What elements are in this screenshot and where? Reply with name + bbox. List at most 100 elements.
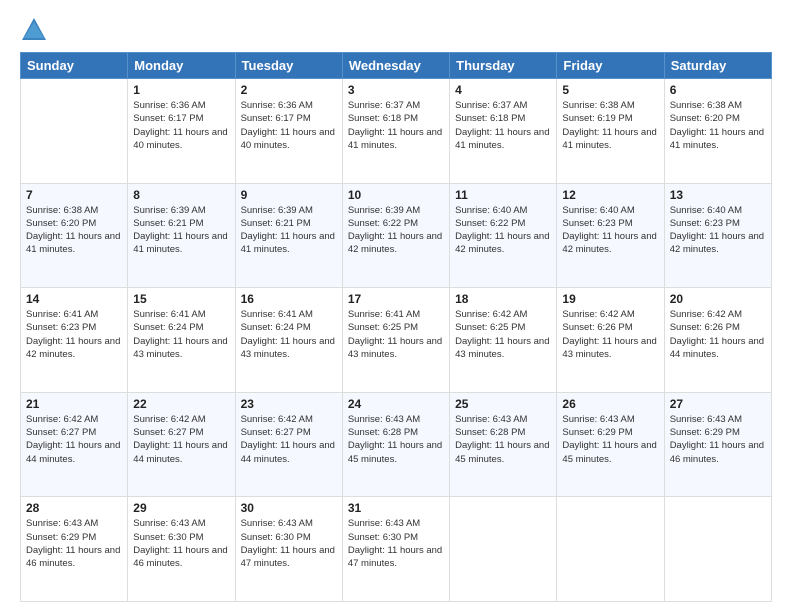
calendar-table: SundayMondayTuesdayWednesdayThursdayFrid… (20, 52, 772, 602)
day-number: 9 (241, 188, 337, 202)
day-info: Sunrise: 6:37 AMSunset: 6:18 PMDaylight:… (455, 99, 551, 152)
day-number: 11 (455, 188, 551, 202)
day-info: Sunrise: 6:42 AMSunset: 6:26 PMDaylight:… (562, 308, 658, 361)
calendar-cell: 31Sunrise: 6:43 AMSunset: 6:30 PMDayligh… (342, 497, 449, 602)
calendar-day-header: Monday (128, 53, 235, 79)
day-number: 2 (241, 83, 337, 97)
calendar-cell: 30Sunrise: 6:43 AMSunset: 6:30 PMDayligh… (235, 497, 342, 602)
calendar-cell (21, 79, 128, 184)
calendar-cell: 5 Sunrise: 6:38 AMSunset: 6:19 PMDaylight… (557, 79, 664, 184)
day-info: Sunrise: 6:43 AMSunset: 6:28 PMDaylight:… (455, 413, 551, 466)
calendar-cell: 26 Sunrise: 6:43 AMSunset: 6:29 PMDayligh… (557, 392, 664, 497)
calendar-day-header: Sunday (21, 53, 128, 79)
calendar-cell: 7 Sunrise: 6:38 AMSunset: 6:20 PMDaylight… (21, 183, 128, 288)
calendar-cell: 10 Sunrise: 6:39 AMSunset: 6:22 PMDayligh… (342, 183, 449, 288)
day-info: Sunrise: 6:43 AMSunset: 6:29 PMDaylight:… (562, 413, 658, 466)
day-info: Sunrise: 6:43 AMSunset: 6:30 PMDaylight:… (133, 517, 229, 570)
calendar-day-header: Saturday (664, 53, 771, 79)
day-number: 25 (455, 397, 551, 411)
day-info: Sunrise: 6:41 AMSunset: 6:23 PMDaylight:… (26, 308, 122, 361)
day-number: 27 (670, 397, 766, 411)
calendar-week-row: 21 Sunrise: 6:42 AMSunset: 6:27 PMDayligh… (21, 392, 772, 497)
day-info: Sunrise: 6:39 AMSunset: 6:22 PMDaylight:… (348, 204, 444, 257)
calendar-cell: 24 Sunrise: 6:43 AMSunset: 6:28 PMDayligh… (342, 392, 449, 497)
day-number: 15 (133, 292, 229, 306)
calendar-day-header: Wednesday (342, 53, 449, 79)
day-info: Sunrise: 6:43 AMSunset: 6:28 PMDaylight:… (348, 413, 444, 466)
calendar-day-header: Friday (557, 53, 664, 79)
calendar-cell: 12 Sunrise: 6:40 AMSunset: 6:23 PMDayligh… (557, 183, 664, 288)
calendar-week-row: 28 Sunrise: 6:43 AMSunset: 6:29 PMDayligh… (21, 497, 772, 602)
day-number: 26 (562, 397, 658, 411)
page: SundayMondayTuesdayWednesdayThursdayFrid… (0, 0, 792, 612)
day-number: 24 (348, 397, 444, 411)
calendar-week-row: 7 Sunrise: 6:38 AMSunset: 6:20 PMDaylight… (21, 183, 772, 288)
day-number: 18 (455, 292, 551, 306)
day-info: Sunrise: 6:41 AMSunset: 6:25 PMDaylight:… (348, 308, 444, 361)
calendar-cell: 6Sunrise: 6:38 AMSunset: 6:20 PMDaylight… (664, 79, 771, 184)
calendar-header-row: SundayMondayTuesdayWednesdayThursdayFrid… (21, 53, 772, 79)
calendar-cell: 13Sunrise: 6:40 AMSunset: 6:23 PMDayligh… (664, 183, 771, 288)
calendar-cell: 23 Sunrise: 6:42 AMSunset: 6:27 PMDayligh… (235, 392, 342, 497)
calendar-cell: 15 Sunrise: 6:41 AMSunset: 6:24 PMDayligh… (128, 288, 235, 393)
day-number: 17 (348, 292, 444, 306)
calendar-day-header: Tuesday (235, 53, 342, 79)
day-number: 14 (26, 292, 122, 306)
calendar-cell: 25 Sunrise: 6:43 AMSunset: 6:28 PMDayligh… (450, 392, 557, 497)
day-number: 7 (26, 188, 122, 202)
day-info: Sunrise: 6:36 AMSunset: 6:17 PMDaylight:… (133, 99, 229, 152)
day-info: Sunrise: 6:43 AMSunset: 6:29 PMDaylight:… (670, 413, 766, 466)
logo-icon (20, 16, 48, 44)
calendar-cell: 17 Sunrise: 6:41 AMSunset: 6:25 PMDayligh… (342, 288, 449, 393)
logo (20, 16, 52, 44)
calendar-week-row: 14 Sunrise: 6:41 AMSunset: 6:23 PMDayligh… (21, 288, 772, 393)
day-info: Sunrise: 6:38 AMSunset: 6:19 PMDaylight:… (562, 99, 658, 152)
day-info: Sunrise: 6:42 AMSunset: 6:27 PMDaylight:… (133, 413, 229, 466)
calendar-cell: 28 Sunrise: 6:43 AMSunset: 6:29 PMDayligh… (21, 497, 128, 602)
day-number: 3 (348, 83, 444, 97)
day-info: Sunrise: 6:36 AMSunset: 6:17 PMDaylight:… (241, 99, 337, 152)
day-number: 21 (26, 397, 122, 411)
day-number: 5 (562, 83, 658, 97)
day-number: 23 (241, 397, 337, 411)
day-number: 16 (241, 292, 337, 306)
day-number: 12 (562, 188, 658, 202)
day-info: Sunrise: 6:37 AMSunset: 6:18 PMDaylight:… (348, 99, 444, 152)
calendar-cell: 27 Sunrise: 6:43 AMSunset: 6:29 PMDayligh… (664, 392, 771, 497)
calendar-cell: 2 Sunrise: 6:36 AMSunset: 6:17 PMDaylight… (235, 79, 342, 184)
day-number: 20 (670, 292, 766, 306)
calendar-cell: 1 Sunrise: 6:36 AMSunset: 6:17 PMDaylight… (128, 79, 235, 184)
day-number: 31 (348, 501, 444, 515)
day-number: 13 (670, 188, 766, 202)
day-info: Sunrise: 6:42 AMSunset: 6:25 PMDaylight:… (455, 308, 551, 361)
day-number: 4 (455, 83, 551, 97)
day-info: Sunrise: 6:38 AMSunset: 6:20 PMDaylight:… (26, 204, 122, 257)
calendar-cell: 11 Sunrise: 6:40 AMSunset: 6:22 PMDayligh… (450, 183, 557, 288)
day-number: 1 (133, 83, 229, 97)
calendar-cell: 16Sunrise: 6:41 AMSunset: 6:24 PMDayligh… (235, 288, 342, 393)
day-number: 28 (26, 501, 122, 515)
day-number: 6 (670, 83, 766, 97)
calendar-week-row: 1 Sunrise: 6:36 AMSunset: 6:17 PMDaylight… (21, 79, 772, 184)
day-info: Sunrise: 6:39 AMSunset: 6:21 PMDaylight:… (241, 204, 337, 257)
day-number: 8 (133, 188, 229, 202)
day-info: Sunrise: 6:40 AMSunset: 6:23 PMDaylight:… (562, 204, 658, 257)
calendar-cell: 14 Sunrise: 6:41 AMSunset: 6:23 PMDayligh… (21, 288, 128, 393)
calendar-cell: 18 Sunrise: 6:42 AMSunset: 6:25 PMDayligh… (450, 288, 557, 393)
calendar-cell: 8Sunrise: 6:39 AMSunset: 6:21 PMDaylight… (128, 183, 235, 288)
calendar-cell: 3 Sunrise: 6:37 AMSunset: 6:18 PMDaylight… (342, 79, 449, 184)
calendar-cell: 29Sunrise: 6:43 AMSunset: 6:30 PMDayligh… (128, 497, 235, 602)
calendar-cell: 21 Sunrise: 6:42 AMSunset: 6:27 PMDayligh… (21, 392, 128, 497)
day-number: 10 (348, 188, 444, 202)
calendar-cell: 22Sunrise: 6:42 AMSunset: 6:27 PMDayligh… (128, 392, 235, 497)
day-info: Sunrise: 6:40 AMSunset: 6:22 PMDaylight:… (455, 204, 551, 257)
calendar-cell (557, 497, 664, 602)
day-info: Sunrise: 6:43 AMSunset: 6:29 PMDaylight:… (26, 517, 122, 570)
day-info: Sunrise: 6:42 AMSunset: 6:27 PMDaylight:… (26, 413, 122, 466)
calendar-day-header: Thursday (450, 53, 557, 79)
day-info: Sunrise: 6:42 AMSunset: 6:26 PMDaylight:… (670, 308, 766, 361)
day-info: Sunrise: 6:41 AMSunset: 6:24 PMDaylight:… (133, 308, 229, 361)
calendar-cell: 20 Sunrise: 6:42 AMSunset: 6:26 PMDayligh… (664, 288, 771, 393)
calendar-cell: 9 Sunrise: 6:39 AMSunset: 6:21 PMDaylight… (235, 183, 342, 288)
day-info: Sunrise: 6:42 AMSunset: 6:27 PMDaylight:… (241, 413, 337, 466)
